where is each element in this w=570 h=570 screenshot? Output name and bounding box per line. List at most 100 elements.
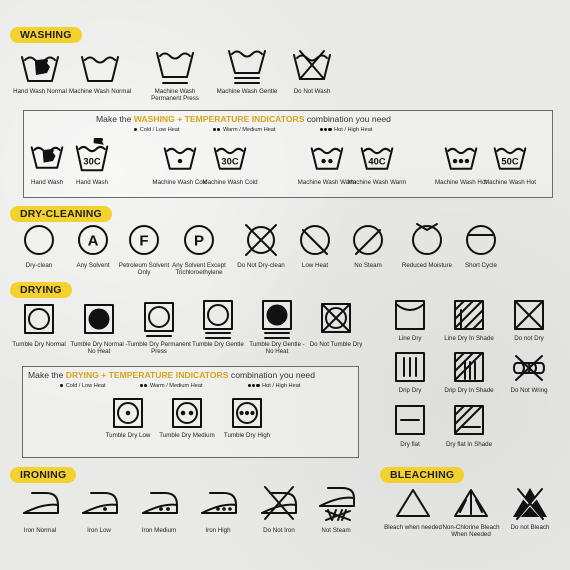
section-badge-ironing: IRONING [10,467,77,483]
label-do-not-wring: Do Not Wring [510,387,548,394]
washing-legend-hot: Hot / High Heat [320,127,372,133]
washing-legend-cold: Cold / Low Heat [134,127,180,133]
machine-wash-icon [80,49,120,83]
line-dry-icon [395,300,425,330]
svg-text:A: A [88,233,99,250]
washing-combo-title: Make the WASHING + TEMPERATURE INDICATOR… [96,114,391,124]
non-chlorine-bleach-icon [453,488,489,518]
drying-legend-hot: Hot / High Heat [248,383,300,389]
label-machine-wash-normal: Machine Wash Normal [68,88,132,95]
machine-wash-30c-icon: 30C [213,141,247,171]
label-do-not-tumble-dry: Do Not Tumble Dry [309,341,363,348]
label-combo-machine-wash-cold-2: Machine Wash Cold [202,179,258,186]
iron-high-icon [200,489,238,515]
drip-dry-in-shade-icon [454,352,484,382]
drying-legend-warm: Warm / Medium Heat [140,383,203,389]
label-not-steam: Not Steam [321,527,351,534]
label-non-chlorine-bleach: Non-Chlorine Bleach When Needed [442,524,500,539]
tumble-dry-gentle-icon [203,300,233,340]
do-not-wring-icon [512,354,546,382]
label-iron-medium: Iron Medium [141,527,177,534]
label-tumble-dry-low: Tumble Dry Low [105,432,151,439]
label-drip-dry: Drip Dry [398,387,422,394]
label-combo-machine-wash-hot-2: Machine Wash Hot [483,179,537,186]
section-badge-washing: WASHING [10,27,82,43]
label-dry-clean-short-cycle: Short Cycle [465,262,497,269]
washing-legend-warm: Warm / Medium Heat [213,127,276,133]
dry-clean-icon [23,224,55,256]
machine-wash-permanent-press-icon [155,49,195,87]
section-badge-bleaching: BLEACHING [380,467,465,483]
label-drip-dry-in-shade: Drip Dry In Shade [444,387,494,394]
no-steam-iron-icon [318,486,356,522]
label-machine-wash-gentle: Machine Wash Gentle [216,88,278,95]
label-do-not-dry: Do not Dry [514,335,544,342]
section-badge-drying: DRYING [10,282,72,298]
label-combo-machine-wash-warm-2: Machine Wash Warm [347,179,407,186]
machine-wash-three-dots-icon [444,141,478,171]
machine-wash-40c-icon: 40C [360,141,394,171]
petroleum-solvent-icon: F [128,224,160,256]
dry-clean-short-cycle-icon [465,224,497,256]
iron-medium-icon [141,489,179,515]
label-dry-flat-in-shade: Dry flat In Shade [445,441,493,448]
label-do-not-iron: Do Not Iron [263,527,295,534]
label-tumble-dry-gentle-no-heat: Tumble Dry Gentle - No Heat [249,341,305,356]
svg-text:F: F [139,233,148,250]
label-machine-wash-permanent-press: Machine Wash Permanent Press [151,88,199,103]
label-dry-flat: Dry flat [400,441,420,448]
label-tumble-dry-normal-no-heat: Tumble Dry Normal - No Heat [70,341,128,356]
label-tumble-dry-permanent-press: Tumble Dry Permanent Press [127,341,191,356]
svg-text:30C: 30C [83,156,100,166]
dry-flat-icon [395,405,425,435]
svg-text:50C: 50C [501,157,518,167]
dry-flat-in-shade-icon [454,405,484,435]
do-not-wash-icon [292,47,332,83]
do-not-iron-icon [260,484,298,520]
tumble-dry-high-icon [232,398,262,428]
do-not-dry-icon [514,300,544,330]
drip-dry-icon [395,352,425,382]
label-do-not-bleach: Do not Bleach [510,524,550,531]
label-dry-clean-no-steam: No Steam [354,262,382,269]
do-not-tumble-dry-icon [320,302,352,334]
hand-wash-icon [20,49,60,83]
label-line-dry: Line Dry [398,335,422,342]
label-do-not-wash: Do Not Wash [293,88,331,95]
tumble-dry-low-icon [113,398,143,428]
line-dry-in-shade-icon [454,300,484,330]
machine-wash-two-dots-icon [310,141,344,171]
tumble-dry-icon [24,304,54,334]
label-any-solvent-except-trichloroethylene: Any Solvent Except Trichloroethylene [172,262,226,277]
dry-clean-reduced-moisture-icon [411,222,443,256]
dry-clean-low-heat-icon [299,224,331,256]
svg-text:30C: 30C [221,157,238,167]
any-solvent-icon: A [77,224,109,256]
label-tumble-dry-medium: Tumble Dry Medium [159,432,215,439]
label-tumble-dry-normal: Tumble Dry Normal [12,341,66,348]
label-iron-normal: Iron Normal [23,527,57,534]
drying-legend-cold: Cold / Low Heat [60,383,106,389]
svg-text:P: P [194,233,204,250]
machine-wash-gentle-icon [227,47,267,87]
tumble-dry-no-heat-icon [84,304,114,334]
tumble-dry-medium-icon [172,398,202,428]
tumble-dry-permanent-press-icon [144,302,174,338]
iron-low-icon [81,489,119,515]
drying-combo-title: Make the DRYING + TEMPERATURE INDICATORS… [28,370,315,380]
section-badge-dry-cleaning: DRY-CLEANING [10,206,112,222]
machine-wash-one-dot-icon [163,141,197,171]
label-hand-wash-normal: Hand Wash Normal [13,88,67,95]
iron-normal-icon [22,489,60,515]
tumble-dry-gentle-no-heat-icon [262,300,292,340]
label-tumble-dry-high: Tumble Dry High [223,432,271,439]
label-bleach-when-needed: Bleach when needed [384,524,442,531]
label-tumble-dry-gentle: Tumble Dry Gentle [192,341,244,348]
label-combo-hand-wash-30c: Hand Wash [75,179,109,186]
bleach-icon [395,488,431,518]
solvent-except-trichloroethylene-icon: P [183,224,215,256]
hand-wash-icon [30,139,64,171]
do-not-bleach-icon [513,488,547,520]
label-iron-high: Iron High [205,527,231,534]
hand-wash-30c-icon: 30C [75,138,109,173]
